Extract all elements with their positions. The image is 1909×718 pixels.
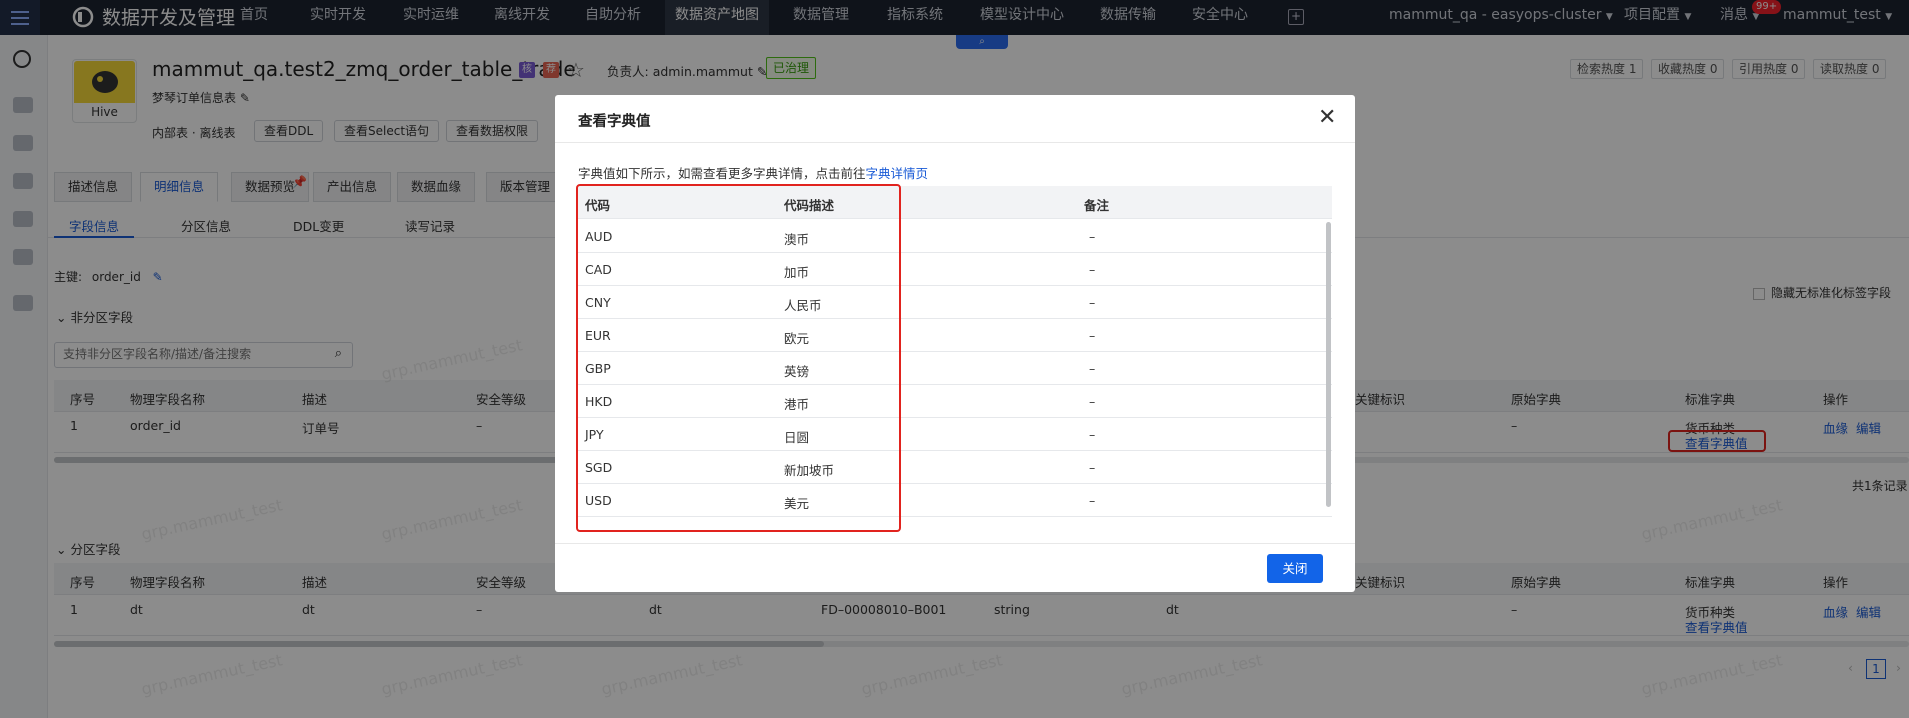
modal-intro-text: 字典值如下所示，如需查看更多字典详情，点击前往 bbox=[578, 166, 866, 181]
modal-scrollbar[interactable] bbox=[1326, 222, 1331, 507]
dict-remark: – bbox=[1089, 361, 1096, 376]
dict-remark: – bbox=[1089, 493, 1096, 508]
dict-remark: – bbox=[1089, 229, 1096, 244]
dict-remark: – bbox=[1089, 394, 1096, 409]
dict-detail-link[interactable]: 字典详情页 bbox=[866, 166, 929, 181]
dict-remark: – bbox=[1089, 295, 1096, 310]
header-remark: 备注 bbox=[1084, 198, 1110, 213]
dict-remark: – bbox=[1089, 460, 1096, 475]
dict-remark: – bbox=[1089, 262, 1096, 277]
highlight-box bbox=[576, 184, 901, 532]
modal-intro: 字典值如下所示，如需查看更多字典详情，点击前往字典详情页 bbox=[578, 163, 928, 182]
dict-remark: – bbox=[1089, 427, 1096, 442]
modal-title: 查看字典值 bbox=[578, 114, 651, 130]
dict-values-modal: 查看字典值 ✕ 字典值如下所示，如需查看更多字典详情，点击前往字典详情页 代码 … bbox=[555, 95, 1355, 592]
dict-remark: – bbox=[1089, 328, 1096, 343]
modal-header: 查看字典值 ✕ bbox=[555, 95, 1355, 143]
close-button[interactable]: 关闭 bbox=[1267, 554, 1323, 583]
modal-footer-divider bbox=[555, 543, 1355, 544]
close-icon[interactable]: ✕ bbox=[1318, 105, 1336, 130]
